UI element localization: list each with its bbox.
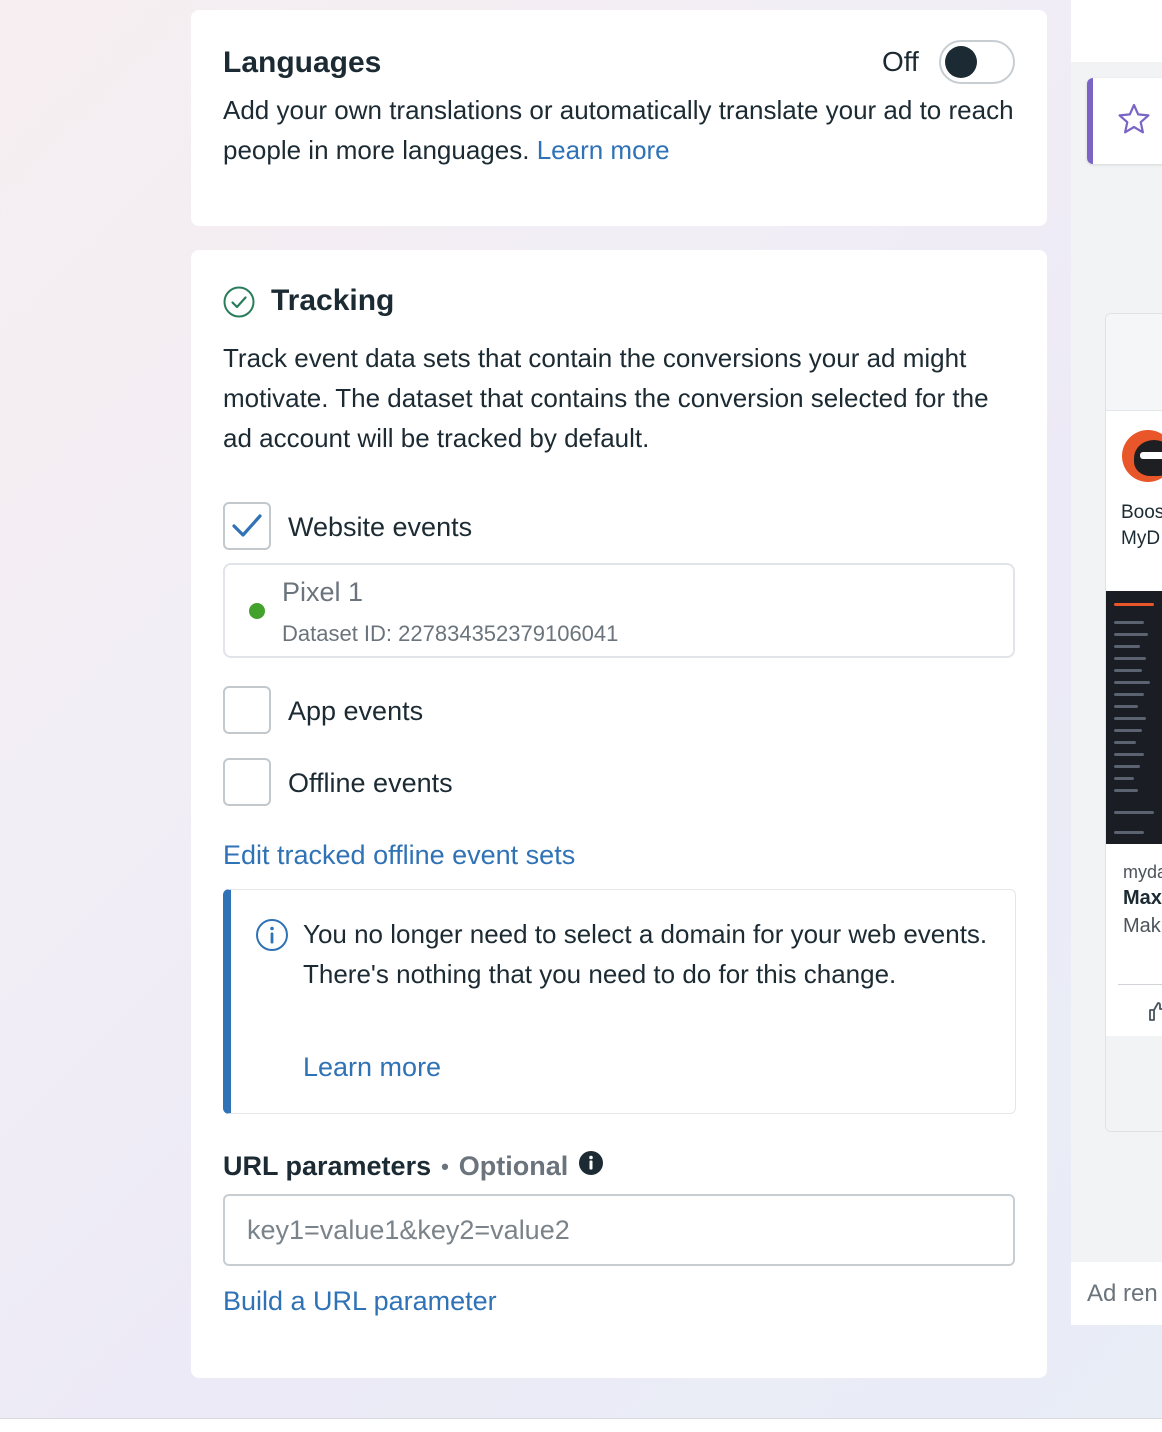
pixel-name: Pixel 1 bbox=[282, 577, 364, 607]
tracking-title: Tracking bbox=[271, 284, 395, 317]
checkmark-icon bbox=[231, 512, 263, 545]
ad-description: Mak bbox=[1123, 915, 1161, 937]
toggle-knob bbox=[945, 46, 977, 78]
ad-domain: myda bbox=[1123, 862, 1162, 882]
ad-preview-footer bbox=[1106, 1036, 1162, 1131]
offline-events-label: Offline events bbox=[288, 768, 453, 798]
info-icon bbox=[255, 918, 289, 957]
avatar bbox=[1122, 430, 1162, 482]
tracking-description: Track event data sets that contain the c… bbox=[223, 343, 989, 453]
languages-toggle-state: Off bbox=[882, 46, 919, 77]
tracking-card: Tracking Track event data sets that cont… bbox=[191, 250, 1047, 1378]
languages-title: Languages bbox=[223, 46, 382, 79]
app-events-checkbox[interactable] bbox=[223, 686, 271, 734]
ad-preview-card[interactable]: Boos MyD myda Max Mak bbox=[1105, 313, 1162, 1132]
ad-primary-text-line1: Boos bbox=[1121, 502, 1162, 523]
ad-preview-panel: Boos MyD myda Max Mak bbox=[1071, 0, 1162, 1325]
build-url-parameter-link[interactable]: Build a URL parameter bbox=[223, 1286, 497, 1317]
like-icon[interactable] bbox=[1148, 1000, 1162, 1027]
ad-rendering-note: Ad ren bbox=[1087, 1280, 1158, 1307]
info-learn-more-link[interactable]: Learn more bbox=[303, 1052, 441, 1083]
ad-preview-header bbox=[1106, 314, 1162, 411]
website-events-checkbox[interactable] bbox=[223, 502, 271, 550]
languages-toggle[interactable] bbox=[939, 40, 1015, 84]
info-notice-text: You no longer need to select a domain fo… bbox=[303, 919, 988, 989]
status-dot bbox=[249, 603, 265, 619]
info-notice: You no longer need to select a domain fo… bbox=[223, 889, 1016, 1114]
url-parameters-label: URL parameters • Optional bbox=[223, 1150, 604, 1183]
url-parameters-input[interactable] bbox=[223, 1194, 1015, 1266]
check-circle-icon bbox=[223, 286, 255, 323]
languages-card: Languages Off Add your own translations … bbox=[191, 10, 1047, 226]
pixel-dataset-id: Dataset ID: 227834352379106041 bbox=[282, 621, 619, 646]
ad-headline: Max bbox=[1123, 887, 1162, 909]
divider bbox=[1118, 984, 1162, 985]
offline-events-checkbox[interactable] bbox=[223, 758, 271, 806]
languages-learn-more-link[interactable]: Learn more bbox=[537, 135, 670, 165]
languages-description-block: Add your own translations or automatical… bbox=[223, 90, 1023, 170]
separator-dot: • bbox=[441, 1153, 449, 1179]
edit-offline-event-sets-link[interactable]: Edit tracked offline event sets bbox=[223, 840, 575, 871]
optional-label: Optional bbox=[458, 1151, 569, 1181]
info-filled-icon[interactable] bbox=[578, 1150, 604, 1183]
star-icon bbox=[1117, 102, 1151, 141]
url-parameters-title: URL parameters bbox=[223, 1151, 432, 1181]
ad-primary-text-line2: MyD bbox=[1121, 528, 1161, 549]
pixel-item[interactable]: Pixel 1 Dataset ID: 227834352379106041 bbox=[223, 563, 1015, 658]
website-events-label: Website events bbox=[288, 512, 473, 542]
favorite-tab[interactable] bbox=[1087, 78, 1162, 164]
bottom-bar bbox=[0, 1419, 1162, 1432]
app-events-label: App events bbox=[288, 696, 424, 726]
ad-image bbox=[1106, 591, 1162, 844]
